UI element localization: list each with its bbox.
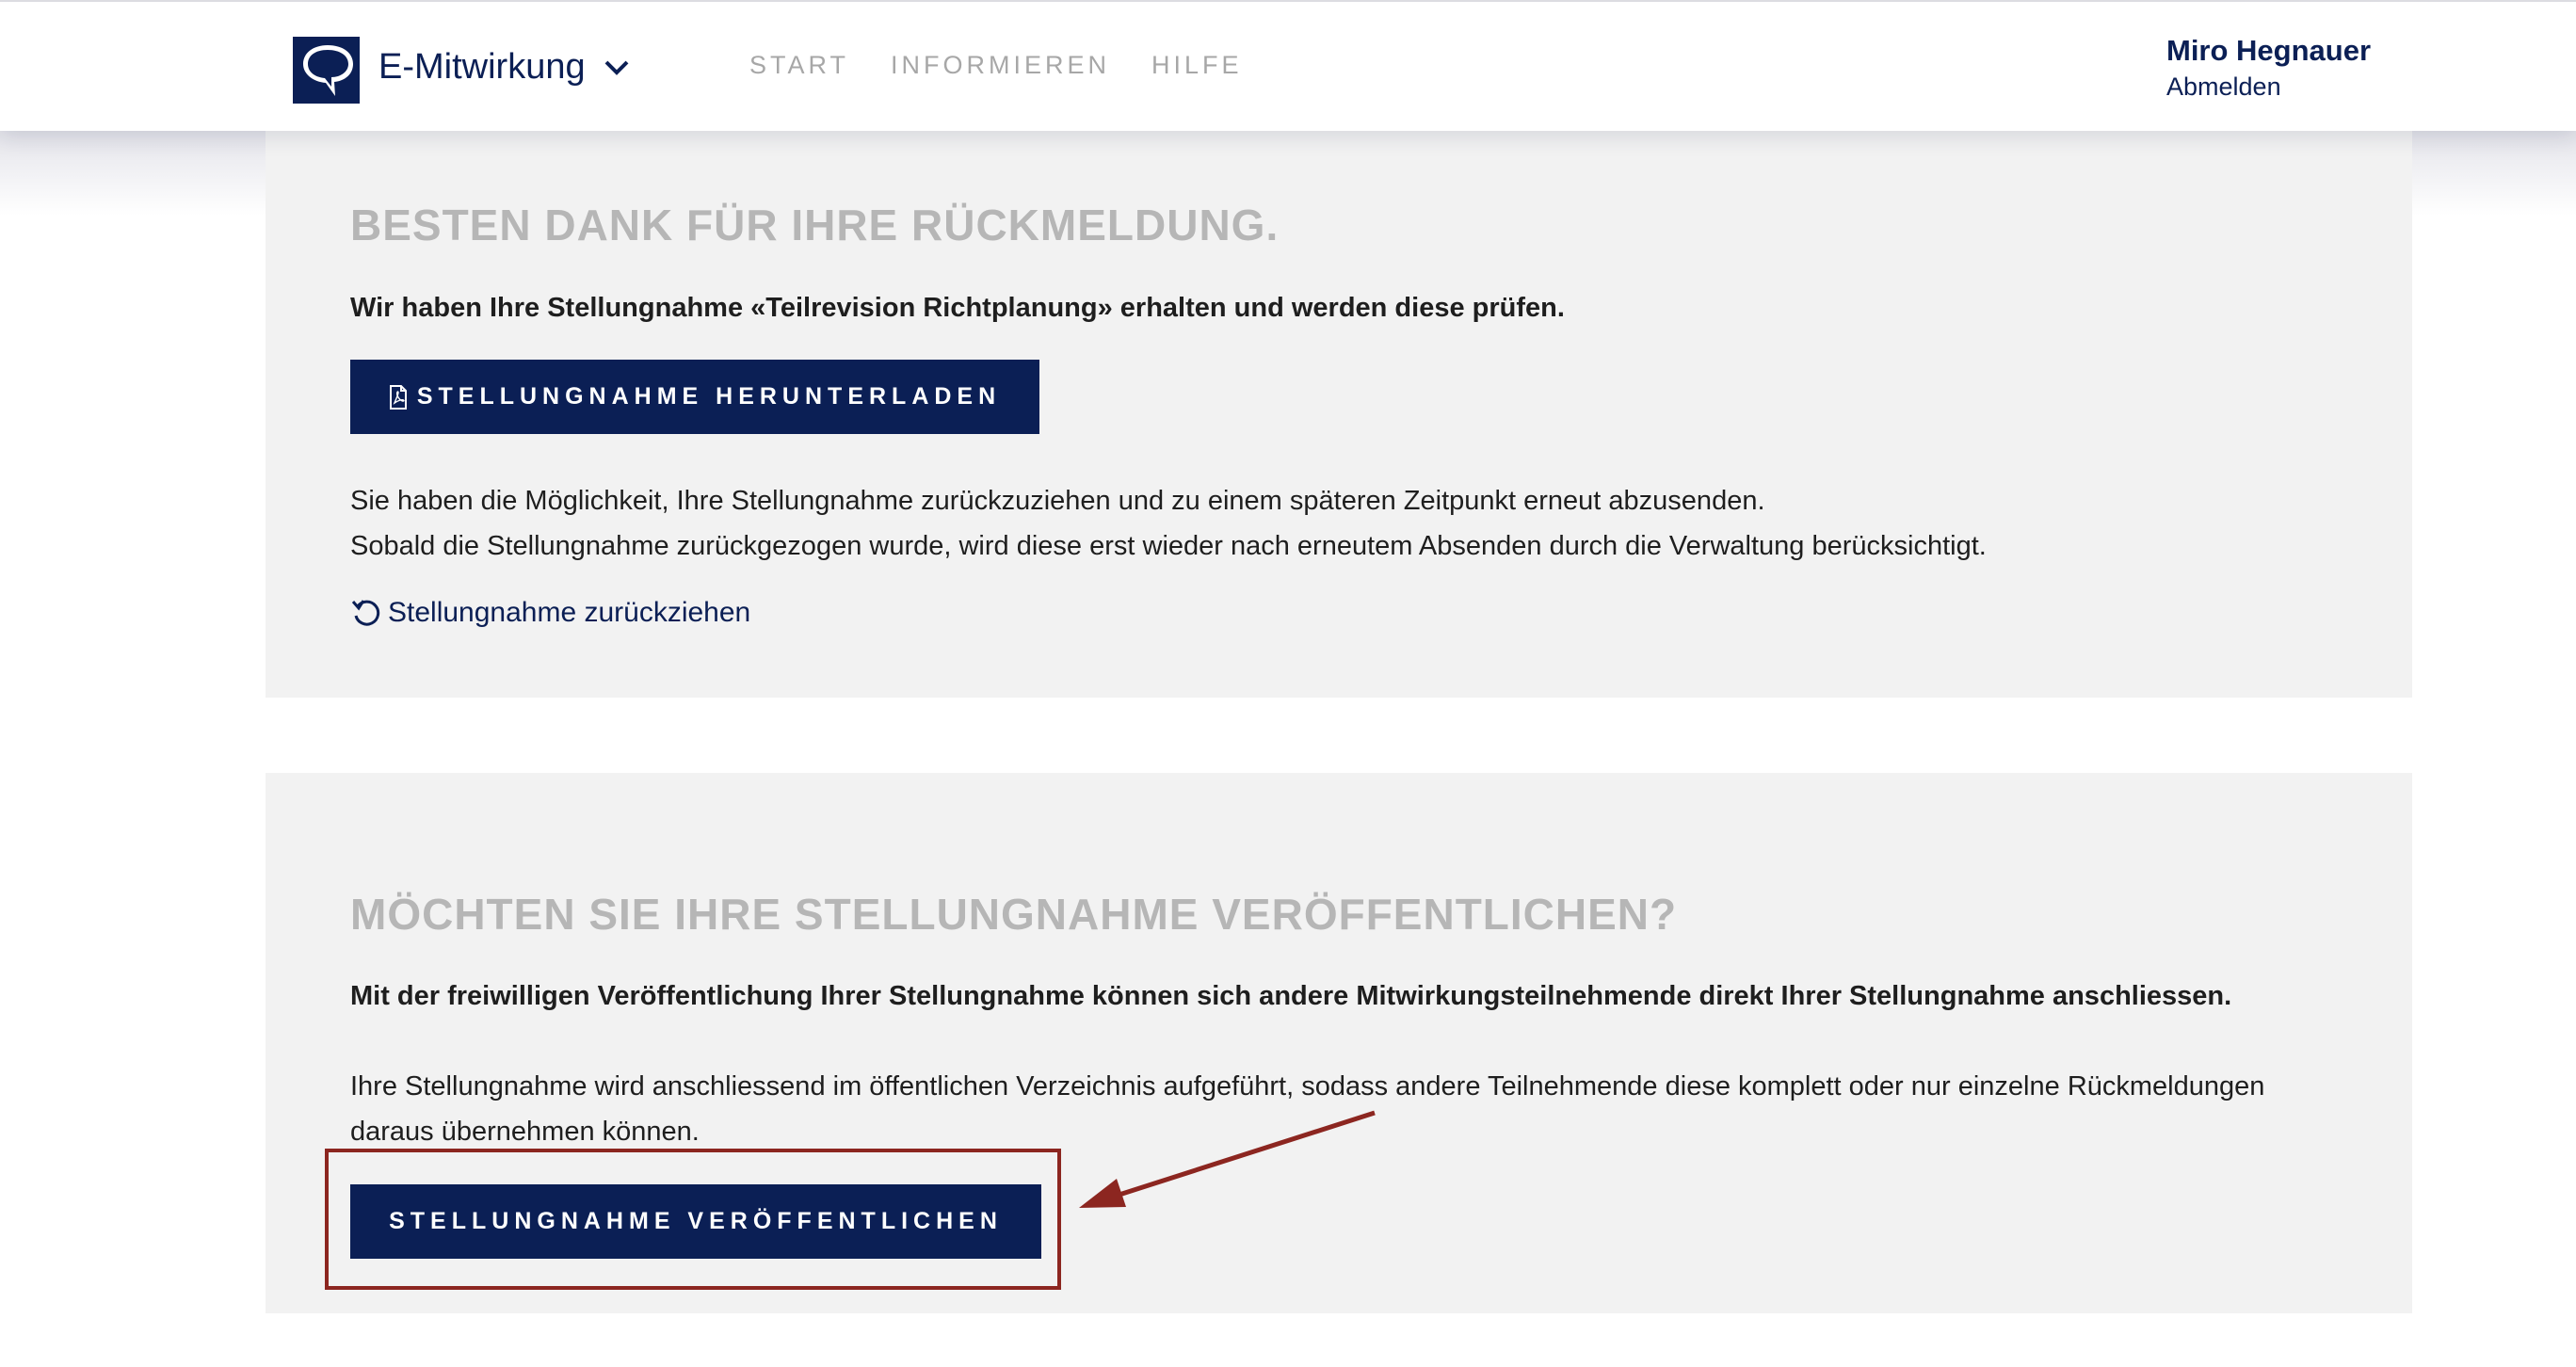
annotation-highlight-box xyxy=(325,1149,1061,1290)
nav-informieren[interactable]: INFORMIEREN xyxy=(891,51,1110,80)
feedback-title: BESTEN DANK FÜR IHRE RÜCKMELDUNG. xyxy=(350,201,1280,249)
withdraw-info-line-1: Sie haben die Möglichkeit, Ihre Stellung… xyxy=(350,486,1765,516)
nav-start[interactable]: START xyxy=(749,51,849,80)
withdraw-statement-label: Stellungnahme zurückziehen xyxy=(388,597,751,628)
publish-description-bold: Mit der freiwilligen Veröffentlichung Ih… xyxy=(350,981,2232,1011)
user-menu: Miro Hegnauer Abmelden xyxy=(2166,34,2371,102)
main-nav: START INFORMIEREN HILFE xyxy=(749,51,1243,80)
brand-name: E-Mitwirkung xyxy=(378,47,586,87)
withdraw-statement-link[interactable]: Stellungnahme zurückziehen xyxy=(350,597,750,629)
undo-arrow-icon xyxy=(351,600,380,626)
annotation-arrow-icon xyxy=(1079,1110,1376,1208)
download-statement-label: STELLUNGNAHME HERUNTERLADEN xyxy=(416,383,1002,410)
speech-bubble-logo-icon[interactable] xyxy=(293,37,360,104)
nav-hilfe[interactable]: HILFE xyxy=(1151,51,1243,80)
user-name: Miro Hegnauer xyxy=(2166,34,2372,67)
brand-menu[interactable]: E-Mitwirkung xyxy=(378,47,629,88)
publish-title: MÖCHTEN SIE IHRE STELLUNGNAHME VERÖFFENT… xyxy=(350,890,1678,939)
pdf-file-icon xyxy=(389,384,407,410)
withdraw-info-line-2: Sobald die Stellungnahme zurückgezogen w… xyxy=(350,531,1987,561)
logout-link[interactable]: Abmelden xyxy=(2166,72,2371,102)
top-navigation-bar: E-Mitwirkung START INFORMIEREN HILFE Mir… xyxy=(0,0,2576,131)
chevron-down-icon xyxy=(604,60,629,75)
download-statement-button[interactable]: STELLUNGNAHME HERUNTERLADEN xyxy=(350,360,1039,434)
confirmation-text: Wir haben Ihre Stellungnahme «Teilrevisi… xyxy=(350,293,1565,323)
feedback-panel: BESTEN DANK FÜR IHRE RÜCKMELDUNG. Wir ha… xyxy=(266,131,2412,698)
